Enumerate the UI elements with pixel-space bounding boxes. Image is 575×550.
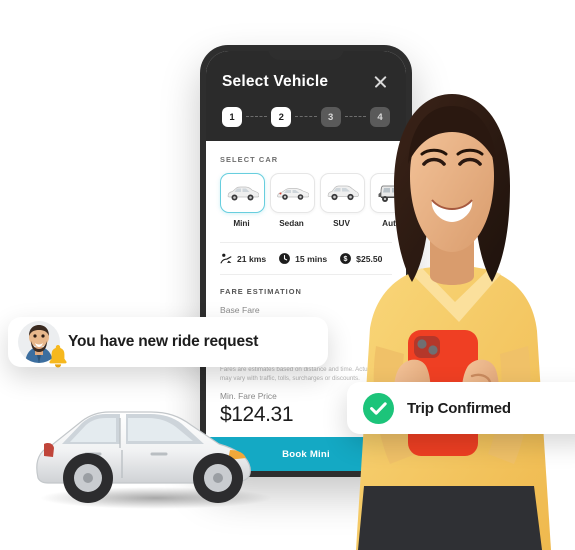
car-option-mini-card[interactable] <box>220 173 265 213</box>
sedan-car-icon <box>277 188 309 200</box>
svg-text:$: $ <box>344 256 348 263</box>
car-option-sedan-card[interactable] <box>270 173 315 213</box>
white-hatchback-car-photo <box>36 411 272 509</box>
step-1[interactable]: 1 <box>222 107 242 127</box>
trip-confirmed-text: Trip Confirmed <box>407 399 511 417</box>
avatar <box>18 321 67 368</box>
ride-request-text: You have new ride request <box>68 333 259 350</box>
trip-stat-distance-value: 21 kms <box>237 253 267 264</box>
route-distance-icon <box>220 253 232 264</box>
trip-stat-distance: 21 kms <box>220 252 266 265</box>
hatchback-car-icon <box>227 186 259 201</box>
trip-stat-duration: 15 mins <box>278 252 327 265</box>
ride-request-notification[interactable]: You have new ride request <box>8 317 328 368</box>
car-option-mini-label: Mini <box>233 219 250 228</box>
step-2[interactable]: 2 <box>271 107 292 127</box>
clock-icon <box>279 253 291 264</box>
trip-confirmed-notification[interactable]: Trip Confirmed <box>347 382 575 434</box>
step-3[interactable]: 3 <box>320 107 341 127</box>
step-connector-2 <box>295 116 317 118</box>
step-connector-1 <box>246 116 268 118</box>
phone-notch <box>268 45 344 60</box>
hero-composition: Select Vehicle 1 2 3 4 SELECT CAR Mini S… <box>0 0 575 550</box>
woman-with-phone-photo <box>356 94 551 550</box>
trip-stat-duration-value: 15 mins <box>295 253 328 264</box>
dollar-coin-icon: $ <box>340 253 352 264</box>
car-option-sedan-label: Sedan <box>279 219 304 228</box>
car-option-sedan[interactable]: Sedan <box>270 173 315 228</box>
car-option-mini[interactable]: Mini <box>220 173 265 228</box>
checkmark-icon <box>370 401 387 415</box>
page-title: Select Vehicle <box>222 73 329 90</box>
check-circle-icon <box>363 392 394 424</box>
bell-icon <box>49 345 67 368</box>
